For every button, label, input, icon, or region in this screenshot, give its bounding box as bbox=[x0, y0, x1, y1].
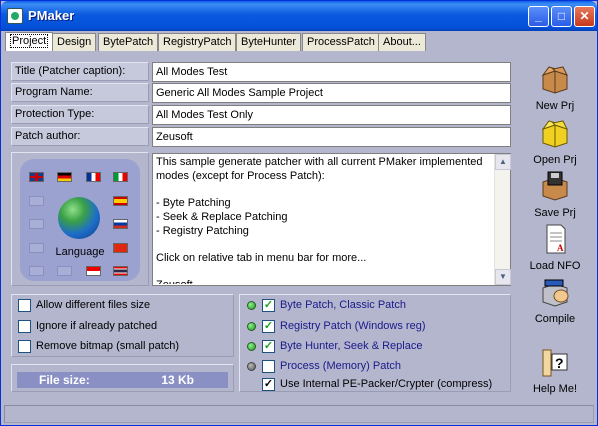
document-icon: A bbox=[546, 224, 566, 254]
load-nfo-button[interactable]: A Load NFO bbox=[523, 223, 587, 272]
status-led-icon bbox=[247, 322, 256, 331]
vertical-scrollbar[interactable]: ▲ ▼ bbox=[494, 154, 511, 285]
tab-registrypatch[interactable]: RegistryPatch bbox=[158, 33, 237, 51]
help-button[interactable]: ? Help Me! bbox=[523, 346, 587, 395]
help-label: Help Me! bbox=[532, 383, 578, 395]
program-name-field[interactable]: Generic All Modes Sample Project bbox=[152, 83, 511, 103]
status-led-icon bbox=[247, 301, 256, 310]
floppy-box-icon bbox=[542, 171, 568, 201]
status-led-icon bbox=[247, 362, 256, 371]
title-bar[interactable]: PMaker _ □ ✕ bbox=[1, 1, 597, 31]
yellow-box-icon bbox=[541, 120, 568, 148]
title-label: Title (Patcher caption): bbox=[11, 62, 149, 81]
empty-flag-slot bbox=[29, 196, 44, 206]
file-size-panel: File size: 13 Kb bbox=[11, 364, 234, 392]
pe-packer-checkbox[interactable]: ✓ bbox=[262, 378, 275, 391]
description-text: This sample generate patcher with all cu… bbox=[156, 156, 483, 284]
window-title: PMaker bbox=[28, 8, 75, 23]
svg-text:A: A bbox=[557, 243, 564, 253]
process-patch-checkbox[interactable] bbox=[262, 360, 275, 373]
minimize-button[interactable]: _ bbox=[528, 6, 549, 27]
globe-icon[interactable] bbox=[58, 197, 100, 239]
italian-flag-icon[interactable] bbox=[113, 172, 128, 182]
patch-author-field[interactable]: Zeusoft bbox=[152, 127, 511, 147]
pmaker-window: PMaker _ □ ✕ Project Design BytePatch Re… bbox=[0, 0, 598, 426]
tab-about[interactable]: About... bbox=[378, 33, 426, 51]
status-led-icon bbox=[247, 342, 256, 351]
status-bar bbox=[4, 405, 594, 423]
patch-modes-group: ✓ Byte Patch, Classic Patch ✓ Registry P… bbox=[239, 294, 511, 392]
empty-flag-slot bbox=[57, 266, 72, 276]
uk-flag-icon[interactable] bbox=[29, 172, 44, 182]
language-label: Language bbox=[55, 246, 105, 258]
language-selector[interactable]: Language bbox=[20, 159, 140, 281]
file-size-label: File size: bbox=[39, 373, 90, 387]
title-field[interactable]: All Modes Test bbox=[152, 62, 511, 82]
tab-project[interactable]: Project bbox=[5, 32, 54, 51]
tab-bytepatch[interactable]: BytePatch bbox=[98, 33, 159, 51]
french-flag-icon[interactable] bbox=[86, 172, 101, 182]
save-project-button[interactable]: Save Prj bbox=[523, 170, 587, 219]
byte-patch-label: Byte Patch, Classic Patch bbox=[280, 299, 406, 311]
compile-label: Compile bbox=[534, 313, 576, 325]
scroll-up-icon[interactable]: ▲ bbox=[495, 154, 511, 170]
empty-flag-slot bbox=[29, 266, 44, 276]
hand-box-icon bbox=[542, 279, 569, 307]
svg-text:?: ? bbox=[555, 355, 564, 371]
german-flag-icon[interactable] bbox=[57, 172, 72, 182]
empty-flag-slot bbox=[29, 219, 44, 229]
open-project-label: Open Prj bbox=[533, 154, 577, 166]
patch-author-label: Patch author: bbox=[11, 127, 149, 146]
spanish-flag-icon[interactable] bbox=[113, 196, 128, 206]
file-size-bar: File size: 13 Kb bbox=[17, 372, 228, 388]
tab-bytehunter[interactable]: ByteHunter bbox=[236, 33, 302, 51]
pe-packer-label: Use Internal PE-Packer/Crypter (compress… bbox=[280, 378, 493, 390]
protection-type-field[interactable]: All Modes Test Only bbox=[152, 105, 511, 125]
file-size-value: 13 Kb bbox=[161, 373, 194, 387]
remove-bitmap-checkbox[interactable] bbox=[18, 340, 31, 353]
description-textarea[interactable]: This sample generate patcher with all cu… bbox=[152, 153, 511, 286]
ignore-patched-label: Ignore if already patched bbox=[36, 320, 158, 332]
help-icon: ? bbox=[542, 349, 568, 377]
options-group: Allow different files size Ignore if alr… bbox=[11, 294, 234, 357]
new-project-button[interactable]: New Prj bbox=[523, 63, 587, 112]
allow-different-size-checkbox[interactable] bbox=[18, 299, 31, 312]
byte-hunter-checkbox[interactable]: ✓ bbox=[262, 340, 275, 353]
save-project-label: Save Prj bbox=[534, 207, 576, 219]
thai-flag-icon[interactable] bbox=[113, 266, 128, 276]
ignore-patched-checkbox[interactable] bbox=[18, 320, 31, 333]
process-patch-label: Process (Memory) Patch bbox=[280, 360, 402, 372]
registry-patch-checkbox[interactable]: ✓ bbox=[262, 320, 275, 333]
close-button[interactable]: ✕ bbox=[574, 6, 595, 27]
load-nfo-label: Load NFO bbox=[529, 260, 581, 272]
scroll-down-icon[interactable]: ▼ bbox=[495, 269, 511, 285]
language-panel: Language bbox=[11, 152, 149, 286]
maximize-button[interactable]: □ bbox=[551, 6, 572, 27]
russian-flag-icon[interactable] bbox=[113, 219, 128, 229]
indonesian-flag-icon[interactable] bbox=[86, 266, 101, 276]
app-icon[interactable] bbox=[7, 8, 23, 24]
new-project-label: New Prj bbox=[535, 100, 575, 112]
tab-design[interactable]: Design bbox=[52, 33, 97, 51]
compile-button[interactable]: Compile bbox=[523, 276, 587, 325]
protection-type-label: Protection Type: bbox=[11, 105, 149, 124]
byte-hunter-label: Byte Hunter, Seek & Replace bbox=[280, 340, 423, 352]
open-project-button[interactable]: Open Prj bbox=[523, 117, 587, 166]
program-name-label: Program Name: bbox=[11, 83, 149, 102]
remove-bitmap-label: Remove bitmap (small patch) bbox=[36, 340, 180, 352]
tab-processpatch[interactable]: ProcessPatch bbox=[302, 33, 380, 51]
byte-patch-checkbox[interactable]: ✓ bbox=[262, 299, 275, 312]
open-box-icon bbox=[541, 66, 568, 94]
registry-patch-label: Registry Patch (Windows reg) bbox=[280, 320, 426, 332]
allow-different-size-label: Allow different files size bbox=[36, 299, 151, 311]
